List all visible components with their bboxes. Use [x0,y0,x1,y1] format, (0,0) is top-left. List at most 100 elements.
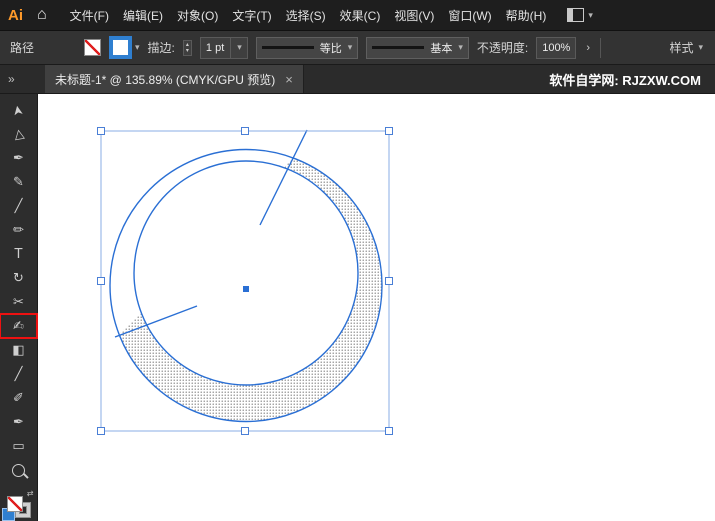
paintbrush-tool[interactable]: ✏ [0,218,37,242]
rotate-tool[interactable]: ↻ [0,266,37,290]
selected-artwork[interactable] [109,129,383,423]
selection-handle[interactable] [97,127,105,135]
selection-type-label: 路径 [10,41,35,55]
curvature-tool-icon: ✎ [13,174,24,190]
zoom-tool-icon [12,463,25,477]
app-logo: Ai [8,6,23,24]
selection-tool-icon: ➤ [10,103,27,117]
artboard-tool[interactable]: ▭ [0,434,37,458]
opacity-label: 不透明度: [476,41,529,55]
chevron-down-icon: ▾ [347,42,353,52]
opacity-value: 100% [542,41,571,54]
center-anchor[interactable] [243,286,249,292]
eyedropper-tool[interactable]: ✒ [0,410,37,434]
stroke-label: 描边: [147,41,175,55]
menu-help[interactable]: 帮助(H) [499,7,554,24]
close-icon[interactable]: × [285,72,293,87]
shaper-tool-icon: ✍ [13,318,24,334]
brush-preview [372,46,425,49]
paintbrush-tool-icon: ✏ [13,222,24,238]
menu-edit[interactable]: 编辑(E) [116,7,170,24]
stroke-swatch-dropdown[interactable]: ▾ [109,36,140,59]
tab-bar: » 未标题-1* @ 135.89% (CMYK/GPU 预览) × 软件自学网… [0,65,715,94]
illustrator-window: Ai ⌂ 文件(F) 编辑(E) 对象(O) 文字(T) 选择(S) 效果(C)… [0,0,715,521]
scissors-tool[interactable]: ✂ [0,290,37,314]
stroke-profile-preview [261,46,314,49]
pen-tool[interactable]: ✒ [0,146,37,170]
direct-selection-tool-icon: ▷ [10,127,27,141]
divider [600,37,602,58]
stroke-width-dropdown[interactable]: 1 pt ▾ [199,36,248,59]
inner-circle[interactable] [133,160,359,386]
curvature-tool[interactable]: ✎ [0,170,37,194]
knife-tool-icon: ╱ [14,366,23,382]
double-chevron-icon: » [8,72,15,86]
eyedropper-tool-icon: ✒ [13,414,24,430]
selection-handle[interactable] [385,277,393,285]
divider [230,37,232,58]
selection-handle[interactable] [97,277,105,285]
selection-handle[interactable] [97,427,105,435]
style-dropdown[interactable]: 样式 ▾ [669,39,705,56]
chevron-down-icon: ▾ [588,9,593,20]
tools-panel: ➤ ▷ ✒ ✎ ╱ ✏ T ↻ ✂ ✍ ◧ ╱ ✐ ✒ ▭ ⇄ [0,94,38,521]
chevron-down-icon: ▾ [458,42,463,52]
selection-handle[interactable] [385,127,393,135]
stroke-color-swatch [109,36,133,59]
document-tab[interactable]: 未标题-1* @ 135.89% (CMYK/GPU 预览) × [45,65,304,93]
pen-tool-icon: ✒ [13,150,24,166]
selection-handle[interactable] [241,127,249,135]
gradient-tool[interactable]: ◧ [0,338,37,362]
diagonal-line-bottom-left[interactable] [114,305,198,338]
chevron-down-icon: ▾ [237,42,242,52]
menu-file[interactable]: 文件(F) [63,7,116,24]
swap-fill-stroke-icon[interactable]: ⇄ [27,489,34,498]
chevron-down-icon: ▾ [135,42,140,52]
selection-handle[interactable] [241,427,249,435]
workspace-icon [567,8,585,22]
selection-handle[interactable] [385,427,393,435]
scissors-tool-icon: ✂ [13,294,24,310]
stroke-width-stepper[interactable]: ▴ ▾ [182,39,192,56]
chevron-down-icon: ▾ [698,42,703,52]
shaper-tool[interactable]: ✍ [0,313,38,339]
knife-tool[interactable]: ╱ [0,362,37,386]
menu-object[interactable]: 对象(O) [170,7,225,24]
gradient-tool-icon: ◧ [12,342,25,358]
width-profile-dropdown[interactable]: 等比 ▾ [255,36,359,59]
artboard-artwork [97,127,393,435]
blob-brush-tool[interactable]: ✐ [0,386,37,410]
control-bar: 路径 ▾ 描边: ▴ ▾ 1 pt ▾ 等比 ▾ 基本 ▾ 不透明度: 100% [0,31,715,65]
menu-type[interactable]: 文字(T) [225,7,278,24]
menu-view[interactable]: 视图(V) [387,7,441,24]
canvas[interactable] [38,94,715,521]
menu-select[interactable]: 选择(S) [279,7,333,24]
selection-tool[interactable]: ➤ [0,98,37,122]
menu-window[interactable]: 窗口(W) [441,7,498,24]
stepper-down-icon[interactable]: ▾ [186,48,189,54]
type-tool[interactable]: T [0,242,37,266]
stroke-width-value: 1 pt [205,41,225,54]
menu-bar: Ai ⌂ 文件(F) 编辑(E) 对象(O) 文字(T) 选择(S) 效果(C)… [0,0,715,31]
artboard-tool-icon: ▭ [12,438,25,454]
blob-brush-tool-icon: ✐ [13,390,24,406]
brush-definition-dropdown[interactable]: 基本 ▾ [366,36,469,59]
diagonal-line-top[interactable] [259,129,308,226]
opacity-dropdown[interactable]: 100% [536,36,577,59]
style-label: 样式 [669,41,694,55]
zoom-tool[interactable] [0,458,37,482]
fill-none-swatch[interactable] [84,39,102,56]
line-segment-tool-icon: ╱ [14,198,23,214]
menu-effect[interactable]: 效果(C) [333,7,388,24]
line-segment-tool[interactable]: ╱ [0,194,37,218]
opacity-expand-arrow[interactable]: › [584,42,592,54]
watermark-text: 软件自学网: RJZXW.COM [549,72,701,88]
brush-definition-value: 基本 [430,42,453,55]
toolbar-collapse-button[interactable]: » [0,65,45,93]
fill-none-indicator[interactable] [6,496,23,512]
workspace-switcher[interactable]: ▾ [567,8,593,22]
type-tool-icon: T [14,246,23,262]
direct-selection-tool[interactable]: ▷ [0,122,37,146]
width-profile-value: 等比 [319,42,342,55]
home-icon[interactable]: ⌂ [37,6,47,24]
